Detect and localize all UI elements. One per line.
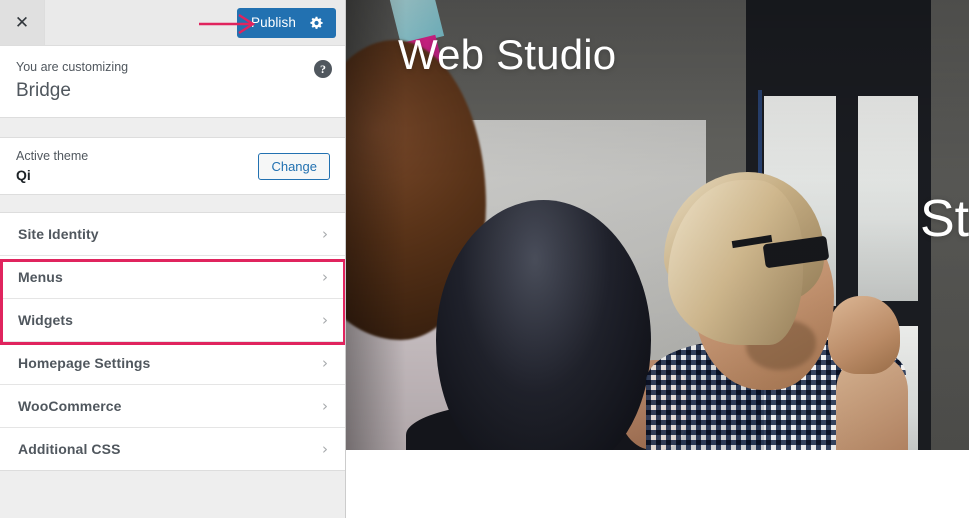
customizing-panel-header: You are customizing Bridge ?	[0, 46, 346, 118]
chevron-right-icon: ›	[322, 353, 328, 372]
chevron-right-icon: ›	[322, 396, 328, 415]
publish-button[interactable]: Publish	[237, 7, 336, 38]
sidebar-item-additional-css[interactable]: Additional CSS ›	[0, 428, 346, 471]
sidebar-footer-area	[0, 471, 346, 518]
active-theme-label: Active theme	[16, 148, 89, 163]
hero-section: Web Studio St	[346, 0, 969, 450]
chevron-right-icon: ›	[322, 439, 328, 458]
hero-title: Web Studio	[398, 31, 617, 78]
gear-icon[interactable]	[310, 16, 324, 30]
close-icon: ✕	[14, 13, 30, 32]
sidebar-item-site-identity[interactable]: Site Identity ›	[0, 213, 346, 256]
customizer-section-list: Site Identity › Menus › Widgets › Homepa…	[0, 213, 346, 471]
customizer-sidebar: ✕ Publish You are customizing Bridge ? A…	[0, 0, 346, 518]
sidebar-item-label: Additional CSS	[18, 441, 121, 457]
publish-group: Publish	[237, 7, 346, 38]
close-customizer-button[interactable]: ✕	[0, 0, 45, 45]
page-title: Bridge	[16, 80, 71, 101]
site-preview-pane[interactable]: Web Studio St	[346, 0, 969, 518]
sidebar-item-menus[interactable]: Menus ›	[0, 256, 346, 299]
customizing-label: You are customizing	[16, 60, 129, 74]
sidebar-item-label: Widgets	[18, 312, 74, 328]
sidebar-item-woocommerce[interactable]: WooCommerce ›	[0, 385, 346, 428]
chevron-right-icon: ›	[322, 310, 328, 329]
active-theme-row: Active theme Qi Change	[0, 138, 346, 195]
change-theme-button[interactable]: Change	[258, 152, 330, 180]
sidebar-edge-divider	[345, 0, 346, 518]
section-gap-band-middle	[0, 195, 346, 213]
customizer-header-bar: ✕ Publish	[0, 0, 346, 46]
preview-content-below-hero	[346, 450, 969, 518]
sidebar-item-label: Homepage Settings	[18, 355, 151, 371]
sidebar-item-widgets[interactable]: Widgets ›	[0, 299, 346, 342]
sidebar-item-label: Menus	[18, 269, 63, 285]
help-icon[interactable]: ?	[314, 60, 332, 78]
sidebar-item-label: WooCommerce	[18, 398, 122, 414]
active-theme-name: Qi	[16, 166, 31, 183]
sidebar-item-label: Site Identity	[18, 226, 99, 242]
customizer-app: ✕ Publish You are customizing Bridge ? A…	[0, 0, 969, 518]
section-gap-band-top	[0, 118, 346, 138]
chevron-right-icon: ›	[322, 267, 328, 286]
publish-button-label: Publish	[251, 15, 296, 30]
active-theme-text: Active theme Qi	[16, 148, 88, 185]
sidebar-item-homepage-settings[interactable]: Homepage Settings ›	[0, 342, 346, 385]
chevron-right-icon: ›	[322, 224, 328, 243]
hero-subtitle: St	[920, 190, 969, 248]
